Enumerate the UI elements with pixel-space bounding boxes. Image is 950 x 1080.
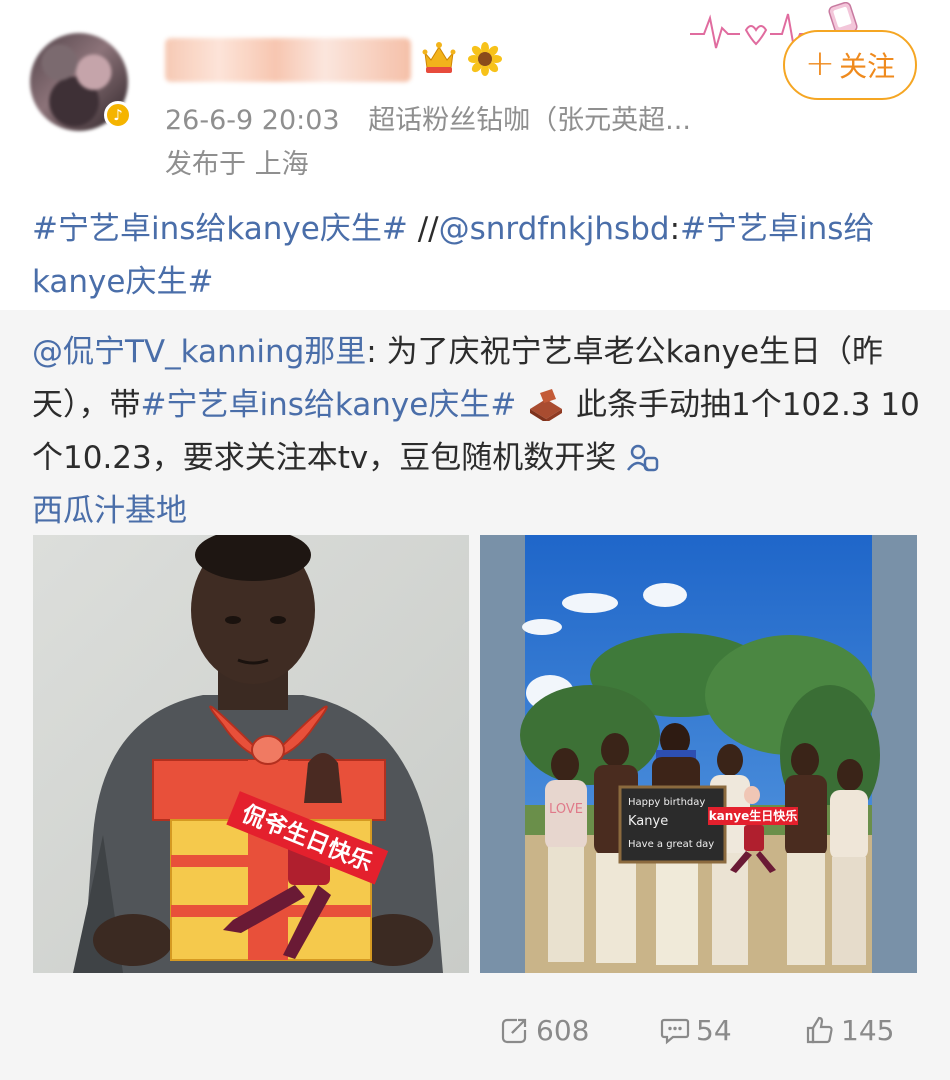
- quoted-text: @侃宁TV_kanning那里: 为了庆祝宁艺卓老公kanye生日（昨天），带#…: [32, 326, 922, 538]
- mention-link[interactable]: @snrdfnkjhsbd: [439, 211, 670, 247]
- post-time: 26-6-9 20:03: [165, 105, 340, 136]
- shirt-text: LOVE: [549, 802, 583, 817]
- like-icon: [806, 1016, 833, 1044]
- follow-button[interactable]: + 关注: [783, 30, 917, 100]
- board-line-3: Have a great day: [628, 839, 714, 850]
- quoted-post[interactable]: @侃宁TV_kanning那里: 为了庆祝宁艺卓老公kanye生日（昨天），带#…: [0, 310, 950, 1080]
- hashtag-link[interactable]: #宁艺卓ins给kanye庆生#: [32, 211, 408, 247]
- repost-separator: //: [407, 211, 439, 247]
- supertopic-link[interactable]: 西瓜汁基地: [32, 493, 187, 529]
- post-meta: 26-6-9 20:03 超话粉丝钻咖（张元英超...: [165, 98, 691, 137]
- plus-icon: +: [804, 42, 836, 84]
- post-source[interactable]: 超话粉丝钻咖（张元英超...: [368, 105, 691, 136]
- right-image-caption: kanye生日快乐: [709, 808, 798, 823]
- brick-icon: [530, 389, 563, 421]
- comment-icon: [660, 1018, 690, 1045]
- supertopic-icon: [627, 444, 659, 472]
- repost-button[interactable]: 608: [500, 1010, 589, 1050]
- board-line-2: Kanye: [628, 814, 668, 829]
- sunflower-icon: [468, 42, 502, 76]
- vip-crown-icon: [422, 42, 456, 73]
- original-author-link[interactable]: @侃宁TV_kanning那里: [32, 334, 366, 370]
- media-image-right[interactable]: LOVE Happy birthday Kanye Have a great d…: [480, 535, 917, 973]
- comment-button[interactable]: 54: [660, 1010, 732, 1050]
- post-location: 发布于 上海: [165, 149, 309, 180]
- repost-count: 608: [536, 1013, 590, 1047]
- follow-label: 关注: [839, 50, 896, 83]
- like-count: 145: [841, 1013, 895, 1047]
- media-image-left[interactable]: 侃爷生日快乐: [33, 535, 469, 973]
- original-hashtag-link[interactable]: #宁艺卓ins给kanye庆生#: [141, 387, 517, 423]
- board-line-1: Happy birthday: [628, 797, 705, 808]
- repost-colon: :: [669, 211, 681, 247]
- repost-text: #宁艺卓ins给kanye庆生# //@snrdfnkjhsbd:#宁艺卓ins…: [32, 203, 922, 309]
- verified-badge-icon: ♪: [104, 101, 132, 129]
- post-header: ♪ + 关注 26-6-9 20:03 超话粉丝钻咖（张元英超... 发布于 上…: [0, 0, 950, 190]
- comment-count: 54: [696, 1013, 732, 1047]
- repost-icon: [501, 1016, 529, 1044]
- like-button[interactable]: 145: [805, 1010, 894, 1050]
- action-bar: 608 54 145: [0, 1010, 950, 1080]
- username-blurred[interactable]: [165, 38, 411, 82]
